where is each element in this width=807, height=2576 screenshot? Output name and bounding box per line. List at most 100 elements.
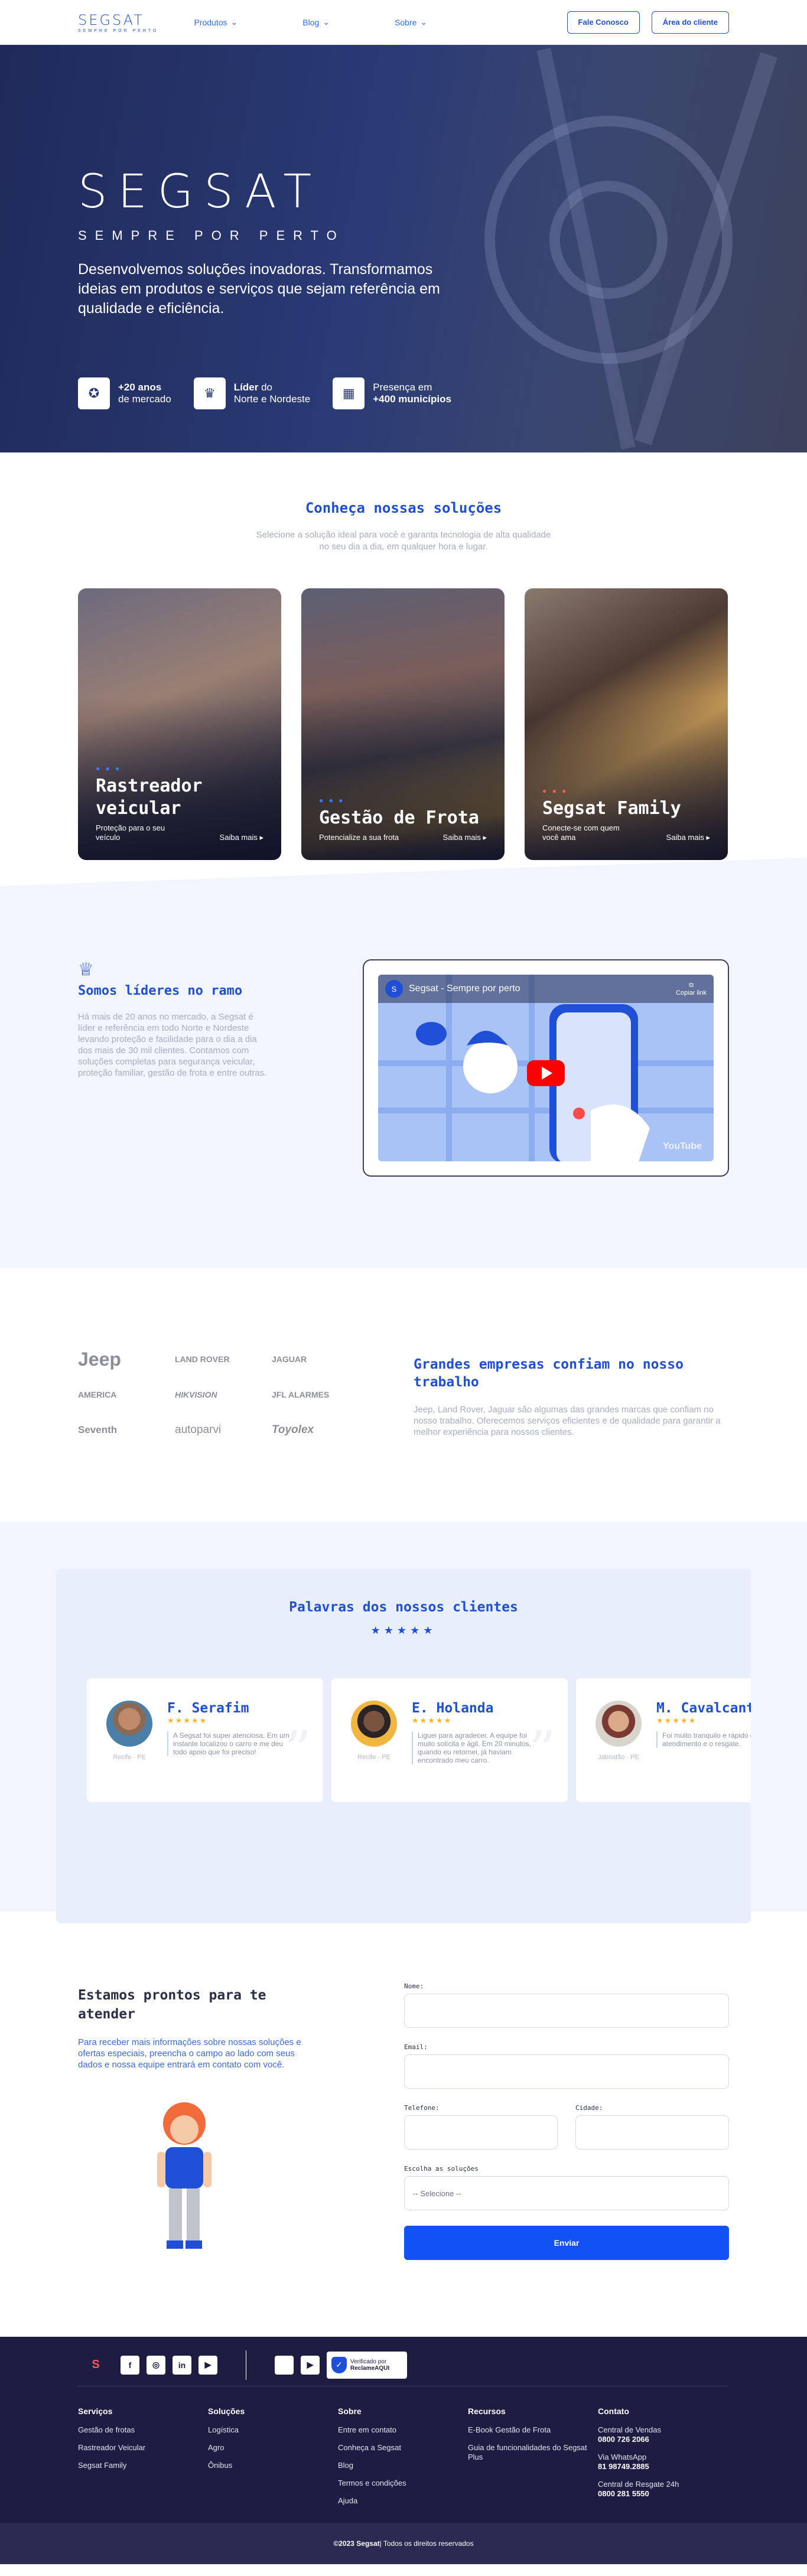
brand-logo-jfl: JFL ALARMES	[272, 1390, 330, 1399]
footer-link[interactable]: Segsat Family	[78, 2461, 208, 2470]
footer-contact-rescue[interactable]: Central de Resgate 24h 0800 281 5550	[598, 2480, 728, 2499]
footer-link[interactable]: Guia de funcionalidades do Segsat Plus	[468, 2443, 598, 2462]
chevron-down-icon: ⌄	[230, 17, 238, 27]
video-title[interactable]: Segsat - Sempre por perto	[409, 983, 520, 994]
contact-text-block: Estamos prontos para te atender Para rec…	[78, 1982, 314, 2266]
instagram-icon[interactable]: ◎	[147, 2355, 165, 2375]
footer-link[interactable]: Rastreador Veicular	[78, 2443, 208, 2453]
name-input[interactable]	[404, 1994, 729, 2028]
nav-about-link[interactable]: Sobre ⌄	[395, 17, 427, 27]
contact-value: 0800 281 5550	[598, 2489, 649, 2498]
learn-more-link[interactable]: Saiba mais ▸	[443, 833, 487, 842]
youtube-video-player[interactable]: S Segsat - Sempre por perto ⧉ Copiar link…	[378, 975, 714, 1161]
testimonial-content: E. Holanda ★★★★★ Liguei para agradecer. …	[412, 1701, 536, 1780]
logo-text: SEGSAT	[78, 11, 144, 28]
city-field-group: Cidade:	[575, 2104, 729, 2150]
play-button[interactable]	[527, 1060, 565, 1086]
testimonial-card: Recife - PE F. Serafim ★★★★★ A Segsat fo…	[87, 1678, 323, 1802]
email-field-group: Email:	[404, 2043, 729, 2089]
copy-icon: ⧉	[689, 981, 694, 989]
city-input[interactable]	[575, 2115, 729, 2150]
brand-logo-landrover: LAND ROVER	[175, 1354, 230, 1364]
phone-label: Telefone:	[404, 2104, 440, 2112]
footer-link[interactable]: Conheça a Segsat	[338, 2443, 468, 2453]
footer-top-bar: S f ◎ in ▶ ▶ ✓ Verificado por ReclameAQUI	[78, 2350, 729, 2386]
footer-link[interactable]: Agro	[208, 2443, 338, 2453]
nav-actions: Fale Conosco Área do cliente	[567, 11, 729, 34]
testimonials-section: Palavras dos nossos clientes ★★★★★ Recif…	[0, 1522, 807, 1923]
learn-more-link[interactable]: Saiba mais ▸	[220, 833, 263, 842]
footer-link[interactable]: Ônibus	[208, 2461, 338, 2470]
email-input[interactable]	[404, 2054, 729, 2089]
contact-us-button[interactable]: Fale Conosco	[567, 11, 640, 34]
nav-products-link[interactable]: Produtos ⌄	[194, 17, 237, 27]
phone-field-group: Telefone:	[404, 2104, 558, 2150]
footer-link[interactable]: Gestão de frotas	[78, 2425, 208, 2435]
segsat-logo[interactable]: SEGSAT SEMPRE POR PERTO	[78, 12, 158, 33]
city-label: Cidade:	[575, 2104, 603, 2112]
testimonial-carousel[interactable]: Recife - PE F. Serafim ★★★★★ A Segsat fo…	[87, 1678, 751, 1802]
chevron-down-icon: ⌄	[420, 17, 428, 27]
stat-years: ✪ +20 anos de mercado	[78, 377, 171, 409]
brand-logo-grid: Jeep LAND ROVER JAGUAR AMERICA HIKVISION…	[78, 1349, 366, 1440]
hero-content: SEGSAT SEMPRE POR PERTO Desenvolvemos so…	[78, 169, 456, 409]
solution-label: Escolha as soluções	[404, 2165, 479, 2173]
brand-logo-hikvision: HIKVISION	[175, 1390, 217, 1399]
footer-col-contact: Contato Central de Vendas 0800 726 2066 V…	[598, 2406, 728, 2514]
footer-col-services: Serviços Gestão de frotas Rastreador Vei…	[78, 2406, 208, 2514]
contact-section: Estamos prontos para te atender Para rec…	[0, 1911, 807, 2337]
footer-link[interactable]: E-Book Gestão de Frota	[468, 2425, 598, 2435]
leaders-text-block: ♕ Somos líderes no ramo Há mais de 20 an…	[78, 959, 267, 1079]
nav-products-label: Produtos	[194, 17, 227, 27]
brand-logo-autoparvi: autoparvi	[175, 1424, 222, 1436]
avatar	[596, 1701, 642, 1747]
linkedin-icon[interactable]: in	[173, 2355, 191, 2375]
shield-check-icon: ✓	[331, 2356, 347, 2373]
stat-leader: ♛ Líder do Norte e Nordeste	[193, 377, 311, 409]
solution-field-group: Escolha as soluções -- Selecione --	[404, 2165, 729, 2210]
apple-store-icon[interactable]	[275, 2355, 294, 2375]
youtube-logo[interactable]: YouTube	[663, 1141, 702, 1152]
send-button[interactable]: Enviar	[404, 2226, 729, 2260]
phone-city-row: Telefone: Cidade:	[404, 2104, 729, 2165]
support-agent-illustration	[157, 2102, 211, 2249]
copyright-bar: ©2023 Segsat | Todos os direitos reserva…	[0, 2523, 807, 2564]
email-label: Email:	[404, 2043, 428, 2051]
solutions-description: Selecione a solução ideal para você e ga…	[256, 530, 551, 552]
quote-icon: ”	[284, 1719, 311, 1782]
footer-link[interactable]: Logística	[208, 2425, 338, 2435]
copyright-brand: ©2023 Segsat	[333, 2539, 380, 2548]
facebook-icon[interactable]: f	[121, 2355, 139, 2375]
card-vehicle-tracker[interactable]: ● ● ● Rastreador veicular Proteção para …	[78, 588, 281, 860]
hero-title: SEGSAT	[78, 165, 323, 219]
stat-leader-label: Norte e Nordeste	[233, 393, 311, 405]
phone-input[interactable]	[404, 2115, 558, 2150]
card-description: Proteção para o seu veículo	[96, 823, 165, 842]
solutions-section: Conheça nossas soluções Selecione a solu…	[0, 452, 807, 895]
card-title: Segsat Family	[542, 798, 681, 819]
channel-avatar[interactable]: S	[385, 980, 403, 998]
footer-link[interactable]: Blog	[338, 2461, 468, 2470]
testimonial-text: Foi muito tranquilo e rápido o atendimen…	[656, 1731, 751, 1748]
footer-contact-whatsapp[interactable]: Via WhatsApp 81 98749.2885	[598, 2453, 728, 2471]
reclame-aqui-badge[interactable]: ✓ Verificado por ReclameAQUI	[327, 2351, 407, 2379]
hero-description: Desenvolvemos soluções inovadoras. Trans…	[78, 261, 440, 317]
solution-select[interactable]: -- Selecione --	[404, 2176, 729, 2210]
google-play-icon[interactable]: ▶	[301, 2355, 320, 2375]
client-area-button[interactable]: Área do cliente	[651, 11, 729, 34]
contact-title: Estamos prontos para te atender	[78, 1988, 266, 2022]
card-segsat-family[interactable]: ● ● ● Segsat Family Conecte-se com quem …	[525, 588, 728, 860]
nav-blog-link[interactable]: Blog ⌄	[302, 17, 330, 27]
footer-link[interactable]: Termos e condições	[338, 2479, 468, 2488]
footer-link[interactable]: Entre em contato	[338, 2425, 468, 2435]
footer-logo[interactable]: S	[78, 2358, 113, 2372]
footer-col-title: Recursos	[468, 2406, 506, 2416]
leaders-description: Há mais de 20 anos no mercado, a Segsat …	[78, 1012, 267, 1078]
footer-link[interactable]: Ajuda	[338, 2496, 468, 2506]
learn-more-link[interactable]: Saiba mais ▸	[666, 833, 710, 842]
youtube-icon[interactable]: ▶	[199, 2355, 217, 2375]
card-fleet-management[interactable]: ● ● ● Gestão de Frota Potencialize a sua…	[301, 588, 505, 860]
footer-contact-sales[interactable]: Central de Vendas 0800 726 2066	[598, 2425, 728, 2444]
copy-link-button[interactable]: ⧉ Copiar link	[676, 982, 707, 996]
testimonials-stars: ★★★★★	[370, 1624, 437, 1636]
